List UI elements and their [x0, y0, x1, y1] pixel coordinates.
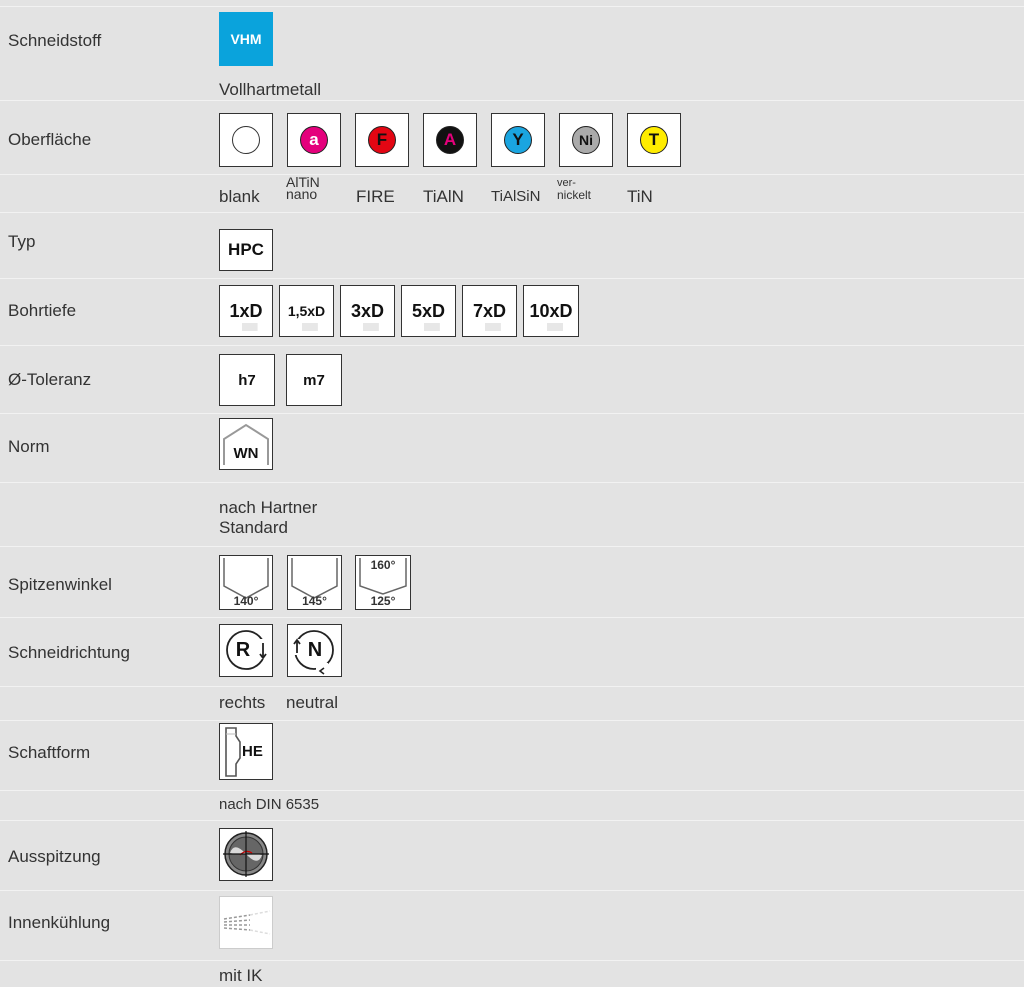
- label-schneidstoff: Schneidstoff: [8, 31, 102, 50]
- norm-wn-icon[interactable]: WN: [219, 418, 273, 470]
- label-schaftform: Schaftform: [8, 743, 91, 762]
- schneidrichtung-sub-1: rechts: [219, 693, 266, 712]
- coating-label-tialn: TiAlN: [423, 187, 464, 206]
- coating-tin[interactable]: T: [627, 113, 681, 167]
- toleranz-icons: h7 m7: [219, 354, 353, 406]
- label-toleranz: Ø-Toleranz: [8, 370, 92, 389]
- schaftform-sub: nach DIN 6535: [219, 796, 320, 813]
- label-norm: Norm: [8, 437, 50, 456]
- norm-sub-2: Standard: [219, 518, 288, 537]
- depth-10xd[interactable]: 10xD: [523, 285, 579, 337]
- angle-125-label: 125°: [370, 594, 396, 608]
- bohrtiefe-icons: 1xD 1,5xD 3xD 5xD 7xD 10xD: [219, 285, 585, 337]
- depth-5xd[interactable]: 5xD: [401, 285, 456, 337]
- he-text: HE: [242, 743, 263, 760]
- angle-140-label: 140°: [233, 594, 259, 608]
- ausspitzung-icon[interactable]: [219, 828, 273, 881]
- coating-tialn[interactable]: A: [423, 113, 477, 167]
- label-ausspitzung: Ausspitzung: [8, 847, 101, 866]
- label-typ: Typ: [8, 232, 36, 251]
- tolerance-h7[interactable]: h7: [219, 354, 275, 406]
- direction-right[interactable]: R: [219, 624, 273, 677]
- label-oberflaeche: Oberfläche: [8, 130, 92, 149]
- coating-altin-nano[interactable]: a: [287, 113, 341, 167]
- tialn-icon: A: [436, 126, 464, 154]
- innenkuehlung-icon[interactable]: [219, 896, 273, 949]
- coating-blank[interactable]: [219, 113, 273, 167]
- vernickelt-icon: Ni: [572, 126, 600, 154]
- shank-he-icon[interactable]: HE: [219, 723, 273, 780]
- direction-r-text: R: [235, 639, 251, 661]
- coating-label-blank: blank: [219, 187, 260, 206]
- coating-label-tialsin: TiAlSiN: [491, 188, 541, 205]
- coating-tialsin[interactable]: Y: [491, 113, 545, 167]
- label-innenkuehlung: Innenkühlung: [8, 913, 111, 932]
- coating-label-tin: TiN: [627, 187, 653, 206]
- tin-icon: T: [640, 126, 668, 154]
- coating-fire[interactable]: F: [355, 113, 409, 167]
- coating-label-fire: FIRE: [356, 187, 395, 206]
- coating-icons: a F A Y Ni T: [219, 113, 695, 167]
- blank-circle-icon: [232, 126, 260, 154]
- label-spitzenwinkel: Spitzenwinkel: [8, 575, 112, 594]
- coating-label-vern-2: nickelt: [557, 188, 592, 202]
- depth-3xd[interactable]: 3xD: [340, 285, 395, 337]
- label-schneidrichtung: Schneidrichtung: [8, 643, 130, 662]
- angle-140[interactable]: 140°: [219, 555, 273, 610]
- angle-145[interactable]: 145°: [287, 555, 342, 610]
- wn-text: WN: [233, 445, 259, 462]
- angle-160-125[interactable]: 160° 125°: [355, 555, 411, 610]
- label-bohrtiefe: Bohrtiefe: [8, 301, 77, 320]
- direction-n-text: N: [307, 639, 323, 661]
- hpc-badge[interactable]: HPC: [219, 229, 273, 271]
- depth-7xd[interactable]: 7xD: [462, 285, 517, 337]
- direction-neutral[interactable]: N: [287, 624, 342, 677]
- coating-vernickelt[interactable]: Ni: [559, 113, 613, 167]
- schneidrichtung-sub-2: neutral: [286, 693, 338, 712]
- tialsin-icon: Y: [504, 126, 532, 154]
- altin-nano-icon: a: [300, 126, 328, 154]
- fire-icon: F: [368, 126, 396, 154]
- depth-1xd[interactable]: 1xD: [219, 285, 273, 337]
- vhm-badge[interactable]: VHM: [219, 12, 273, 66]
- angle-145-label: 145°: [302, 594, 327, 608]
- angle-160-label: 160°: [370, 558, 396, 572]
- innenkuehlung-sub: mit IK: [219, 966, 263, 985]
- coating-label-altin-2: nano: [286, 186, 318, 202]
- depth-1-5xd[interactable]: 1,5xD: [279, 285, 334, 337]
- tolerance-m7[interactable]: m7: [286, 354, 342, 406]
- schneidstoff-sub: Vollhartmetall: [219, 80, 322, 99]
- norm-sub-1: nach Hartner: [219, 498, 318, 517]
